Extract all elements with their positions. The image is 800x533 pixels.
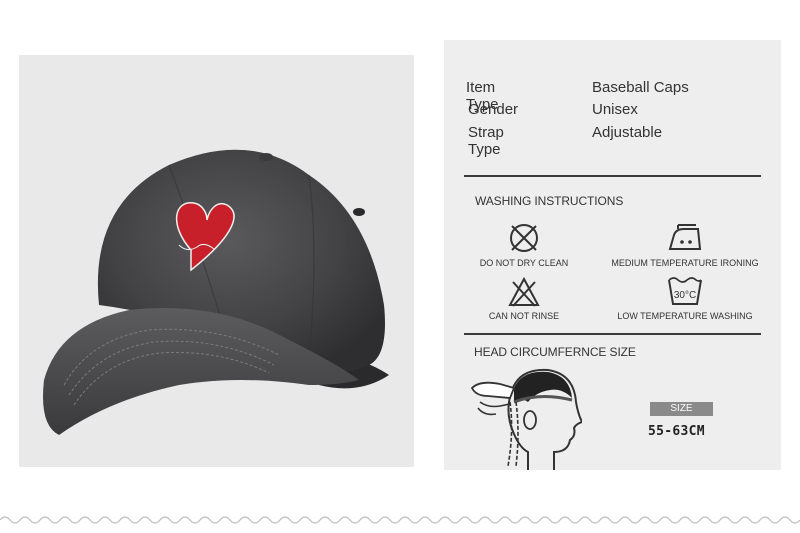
spec-value: Adjustable [592, 124, 663, 141]
product-info-panel: Item Type Baseball Caps Gender Unisex St… [444, 40, 781, 470]
no-bleach-icon [508, 276, 540, 307]
spec-value: Baseball Caps [592, 79, 689, 96]
iron-medium-icon [668, 224, 702, 250]
size-value: 55-63CM [648, 424, 705, 439]
baseball-cap-image [43, 149, 389, 435]
wash-label: MEDIUM TEMPERATURE IRONING [611, 258, 759, 268]
wash-label: CAN NOT RINSE [488, 311, 560, 321]
wash-temp-text: 30°C [674, 290, 696, 301]
wash-item-low-temp-wash: 30°C LOW TEMPERATURE WASHING [610, 274, 760, 321]
washing-title: WASHING INSTRUCTIONS [475, 194, 624, 208]
divider [464, 175, 761, 177]
product-photo [19, 55, 414, 467]
wash-item-no-rinse: CAN NOT RINSE [449, 276, 599, 321]
no-dry-clean-icon [510, 224, 538, 252]
spec-label: Strap Type [468, 124, 504, 158]
size-badge: SIZE [650, 402, 713, 416]
size-title: HEAD CIRCUMFERNCE SIZE [474, 345, 636, 359]
spec-label: Gender [468, 101, 519, 118]
wash-item-iron-medium: MEDIUM TEMPERATURE IRONING [610, 221, 760, 268]
wavy-divider [0, 516, 800, 524]
head-measurement-diagram [470, 368, 582, 470]
wash-30c-icon: 30°C [668, 277, 702, 305]
wash-label: LOW TEMPERATURE WASHING [617, 311, 753, 321]
wash-item-no-dry-clean: DO NOT DRY CLEAN [449, 221, 599, 268]
spec-value: Unisex [592, 101, 638, 118]
wash-label: DO NOT DRY CLEAN [479, 258, 569, 268]
divider [464, 333, 761, 335]
